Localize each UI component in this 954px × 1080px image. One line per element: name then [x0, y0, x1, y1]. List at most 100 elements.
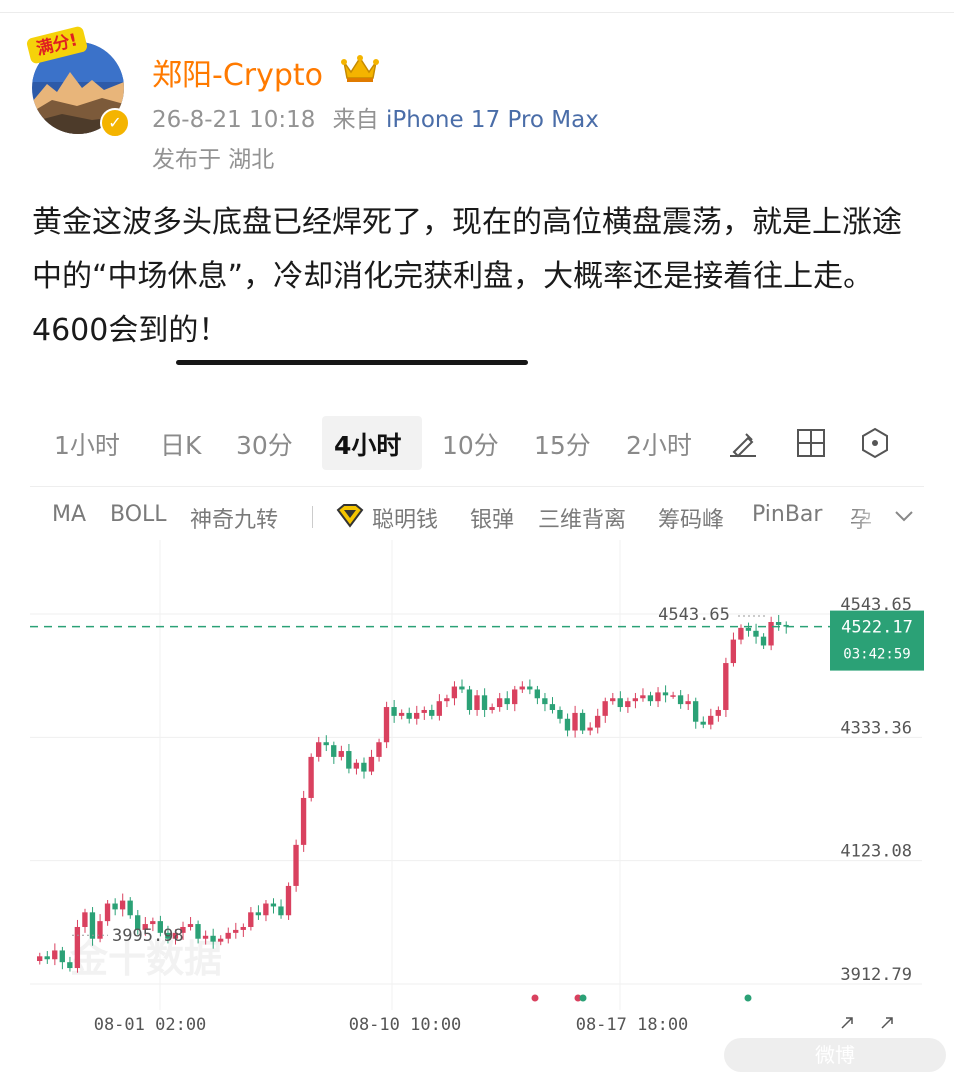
- candle-body: [187, 924, 194, 927]
- candle-body: [406, 712, 412, 719]
- post-location: 发布于 湖北: [152, 147, 275, 173]
- candle-body: [52, 950, 58, 960]
- indicator-silver-bullet[interactable]: 银弹: [470, 502, 514, 534]
- candle-body: [504, 698, 510, 705]
- candle-body: [217, 938, 224, 942]
- tab-4h[interactable]: 4小时: [334, 426, 401, 462]
- draw-tool-icon[interactable]: [726, 426, 760, 460]
- low-price-label: 3995.98: [112, 926, 184, 946]
- crown-icon: [341, 55, 379, 82]
- candle-body: [376, 742, 382, 757]
- expand-icon: [881, 1017, 893, 1029]
- candle-body: [760, 636, 767, 646]
- candle-body: [59, 950, 65, 963]
- indicator-chip-peak[interactable]: 筹码峰: [658, 502, 724, 534]
- candle-body: [768, 622, 774, 646]
- candle-body: [564, 718, 571, 731]
- indicator-ma[interactable]: MA: [52, 502, 86, 527]
- candle-body: [353, 762, 360, 769]
- candle-body: [512, 689, 518, 705]
- current-price-label: 4522.17: [841, 618, 913, 638]
- candle-body: [738, 627, 744, 640]
- candle-body: [685, 701, 691, 705]
- candle-body: [527, 686, 533, 690]
- candle-body: [625, 701, 631, 708]
- candles: [37, 614, 789, 973]
- candle-body: [775, 622, 782, 625]
- avatar[interactable]: 满分! ✓: [25, 25, 138, 138]
- candle-body: [119, 900, 126, 910]
- candle-body: [632, 698, 638, 702]
- candle-body: [587, 727, 593, 731]
- source-prefix: 来自: [332, 107, 379, 133]
- chevron-down-icon[interactable]: [892, 506, 916, 526]
- verified-icon: ✓: [100, 108, 130, 138]
- candlestick-chart[interactable]: 4543.65 4333.36 4123.08 3912.79 08-01 02:00 0…: [30, 540, 924, 1060]
- tab-10m[interactable]: 10分: [442, 426, 499, 462]
- candle-body: [300, 797, 307, 845]
- username[interactable]: 郑阳-Crypto: [152, 50, 323, 94]
- candle-body: [579, 712, 586, 731]
- grid-layout-icon[interactable]: [794, 426, 828, 460]
- source-device[interactable]: iPhone 17 Pro Max: [386, 107, 599, 133]
- tab-2h[interactable]: 2小时: [626, 426, 692, 462]
- candle-body: [753, 630, 759, 637]
- indicator-3d-divergence[interactable]: 三维背离: [538, 502, 626, 534]
- timeframe-tabs: 1小时 日K 30分 4小时 10分 15分 2小时: [30, 412, 924, 476]
- candle-body: [361, 762, 367, 772]
- indicator-separator: [312, 506, 313, 528]
- candle-body: [270, 903, 277, 907]
- indicator-boll[interactable]: BOLL: [110, 502, 167, 527]
- candle-body: [346, 751, 352, 769]
- post-time: 26-8-21 10:18: [152, 107, 316, 133]
- x-tick-label: 08-01 02:00: [94, 1015, 207, 1035]
- y-tick-label: 3912.79: [840, 965, 912, 985]
- indicator-nine[interactable]: 神奇九转: [190, 502, 278, 534]
- candle-body: [489, 707, 495, 710]
- weibo-watermark: 微博: [724, 1038, 946, 1072]
- candle-body: [67, 962, 73, 969]
- indicator-pinbar[interactable]: PinBar: [752, 502, 822, 527]
- candle-body: [293, 844, 299, 886]
- candle-body: [74, 926, 81, 969]
- indicator-row: MA BOLL 神奇九转 聪明钱 银弹 三维背离 筹码峰 PinBar 孕: [30, 496, 924, 540]
- divider-bar: [176, 360, 528, 365]
- candle-body: [572, 712, 578, 731]
- candle-body: [670, 695, 676, 697]
- candle-body: [692, 701, 699, 722]
- candle-body: [263, 903, 269, 916]
- top-divider: [0, 12, 954, 13]
- tabs-divider: [30, 486, 924, 487]
- candle-body: [662, 692, 669, 696]
- high-price-label: 4543.65: [658, 605, 730, 625]
- candle-body: [594, 715, 601, 728]
- candle-body: [647, 695, 654, 702]
- candle-body: [127, 900, 133, 916]
- candle-body: [97, 921, 103, 939]
- candle-body: [248, 912, 254, 927]
- candle-body: [436, 701, 442, 716]
- candle-body: [557, 709, 563, 719]
- tab-1h[interactable]: 1小时: [54, 426, 120, 462]
- tab-30m[interactable]: 30分: [236, 426, 293, 462]
- candle-body: [255, 912, 261, 916]
- candle-body: [278, 906, 284, 916]
- candle-body: [617, 698, 623, 708]
- candle-body: [315, 742, 322, 757]
- candle-body: [421, 709, 427, 713]
- candle-body: [459, 686, 465, 690]
- indicator-smart-money[interactable]: 聪明钱: [372, 502, 438, 534]
- candle-body: [474, 695, 480, 710]
- candle-body: [444, 698, 450, 702]
- tab-15m[interactable]: 15分: [534, 426, 591, 462]
- candle-body: [104, 903, 111, 922]
- candle-body: [542, 698, 548, 705]
- signal-dot: [531, 994, 539, 1002]
- tab-day[interactable]: 日K: [160, 426, 201, 462]
- candle-body: [549, 704, 556, 710]
- candle-body: [82, 912, 88, 927]
- candle-body: [466, 689, 473, 710]
- settings-hexagon-icon[interactable]: [858, 426, 892, 460]
- candle-body: [285, 885, 292, 916]
- y-tick-label: 4333.36: [840, 718, 912, 738]
